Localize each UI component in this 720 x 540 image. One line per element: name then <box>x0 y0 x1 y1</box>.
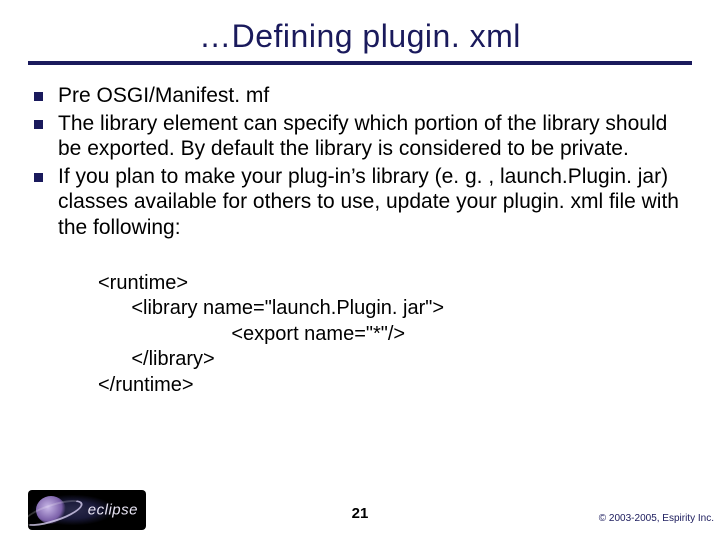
bullet-item: If you plan to make your plug-in’s libra… <box>28 164 692 241</box>
page-number: 21 <box>352 505 369 522</box>
eclipse-logo: eclipse <box>28 490 146 530</box>
bullet-list: Pre OSGI/Manifest. mf The library elemen… <box>28 83 692 241</box>
bullet-item: Pre OSGI/Manifest. mf <box>28 83 692 109</box>
copyright-text: © 2003-2005, Espirity Inc. <box>599 513 714 524</box>
slide-footer: eclipse 21 © 2003-2005, Espirity Inc. <box>0 484 720 530</box>
bullet-item: The library element can specify which po… <box>28 111 692 162</box>
eclipse-logo-text: eclipse <box>88 502 138 519</box>
slide-title: …Defining plugin. xml <box>0 18 720 55</box>
code-snippet: <runtime> <library name="launch.Plugin. … <box>98 271 692 399</box>
slide-content: Pre OSGI/Manifest. mf The library elemen… <box>0 65 720 399</box>
